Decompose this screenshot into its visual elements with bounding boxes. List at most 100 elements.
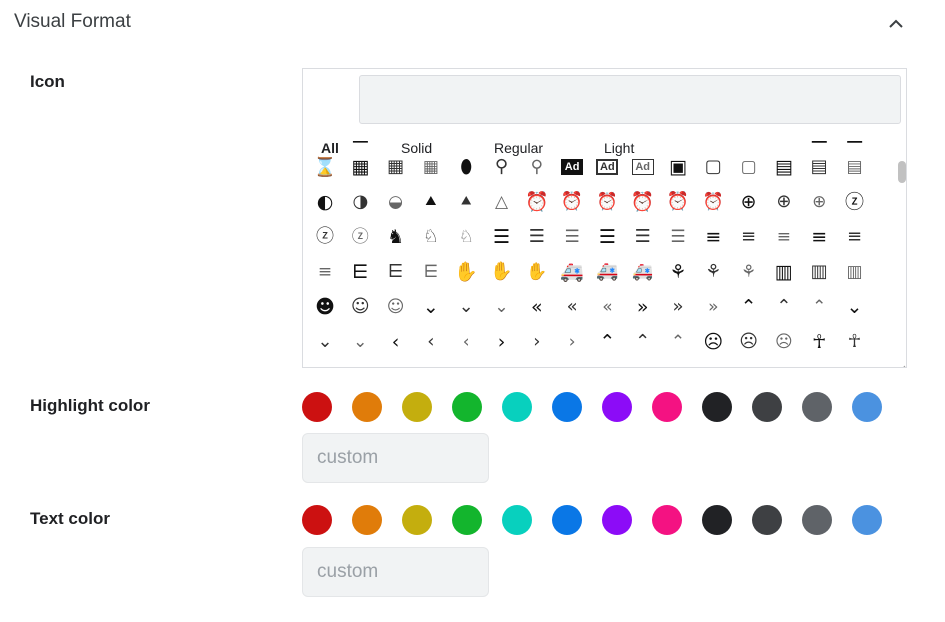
- ad-icon[interactable]: Ad: [631, 159, 654, 175]
- address-card-icon[interactable]: ▤: [804, 152, 834, 182]
- tree-icon[interactable]: △: [487, 187, 517, 217]
- acorn-icon[interactable]: ⬮: [451, 152, 481, 182]
- alarm-exclamation-icon[interactable]: ⏰: [698, 187, 728, 217]
- angel-icon[interactable]: ☻: [310, 292, 340, 322]
- angry-icon[interactable]: ☹: [698, 327, 728, 357]
- allergies-icon[interactable]: ✋: [487, 257, 517, 287]
- analytics-icon[interactable]: ▥: [769, 257, 799, 287]
- angel-icon[interactable]: ☺: [381, 292, 411, 322]
- unicorn-icon[interactable]: ♘: [416, 222, 446, 252]
- address-card-icon[interactable]: ▤: [769, 152, 799, 182]
- highlight-color-swatch-3[interactable]: [402, 392, 432, 422]
- align-justify-icon[interactable]: ☰: [663, 222, 693, 252]
- align-justify-icon[interactable]: ☰: [628, 222, 658, 252]
- angle-double-up-icon[interactable]: ⌃: [769, 292, 799, 322]
- partial-glasses-icon[interactable]: ⚯: [698, 141, 728, 147]
- highlight-color-swatch-10[interactable]: [752, 392, 782, 422]
- ad-icon[interactable]: Ad: [596, 159, 619, 175]
- align-slash-icon[interactable]: ⋿: [381, 257, 411, 287]
- highlight-color-swatch-11[interactable]: [802, 392, 832, 422]
- chevron-up-icon[interactable]: [884, 12, 908, 34]
- text-color-swatch-5[interactable]: [502, 505, 532, 535]
- highlight-color-swatch-9[interactable]: [702, 392, 732, 422]
- analytics-icon[interactable]: ▥: [840, 257, 870, 287]
- ankh-icon[interactable]: ☥: [804, 327, 834, 357]
- ambulance-icon[interactable]: 🚑: [557, 257, 587, 287]
- highlight-custom-input[interactable]: [302, 433, 489, 483]
- adjust-icon[interactable]: ◐: [310, 187, 340, 217]
- angel-icon[interactable]: ☺: [345, 292, 375, 322]
- angle-double-right-icon[interactable]: »: [663, 292, 693, 322]
- angle-down-icon[interactable]: ⌄: [840, 292, 870, 322]
- ambulance-icon[interactable]: 🚑: [628, 257, 658, 287]
- align-right-icon[interactable]: ≡: [310, 257, 340, 287]
- highlight-color-swatch-7[interactable]: [602, 392, 632, 422]
- resize-handle-icon[interactable]: [898, 359, 906, 367]
- american-sign-language-icon[interactable]: ⚘: [698, 257, 728, 287]
- highlight-color-swatch-8[interactable]: [652, 392, 682, 422]
- text-color-swatch-9[interactable]: [702, 505, 732, 535]
- address-book-icon[interactable]: ▢: [698, 152, 728, 182]
- align-left-icon[interactable]: ≡: [769, 222, 799, 252]
- text-color-swatch-7[interactable]: [602, 505, 632, 535]
- angry-icon[interactable]: ☹: [734, 327, 764, 357]
- analytics-icon[interactable]: ▥: [804, 257, 834, 287]
- angle-double-left-icon[interactable]: «: [592, 292, 622, 322]
- text-custom-input[interactable]: [302, 547, 489, 597]
- angle-down-icon[interactable]: ⌄: [345, 327, 375, 357]
- align-slash-icon[interactable]: ⋿: [345, 257, 375, 287]
- tab-all[interactable]: All: [319, 139, 341, 157]
- angle-double-down-icon[interactable]: ⌄: [487, 292, 517, 322]
- angle-left-icon[interactable]: ‹: [381, 327, 411, 357]
- align-justify-icon[interactable]: ☰: [592, 222, 622, 252]
- angle-down-icon[interactable]: ⌄: [310, 327, 340, 357]
- angle-double-left-icon[interactable]: «: [522, 292, 552, 322]
- allergies-icon[interactable]: ✋: [451, 257, 481, 287]
- address-card-icon[interactable]: ▤: [840, 152, 870, 182]
- american-sign-language-icon[interactable]: ⚘: [663, 257, 693, 287]
- angle-right-icon[interactable]: ›: [522, 327, 552, 357]
- align-center-icon[interactable]: ☰: [522, 222, 552, 252]
- alarm-snooze-icon[interactable]: ⓩ: [840, 187, 870, 217]
- angle-up-icon[interactable]: ⌃: [663, 327, 693, 357]
- alarm-clock-icon[interactable]: ⏰: [522, 187, 552, 217]
- partial-glasses-icon[interactable]: ⚯: [769, 141, 799, 147]
- highlight-color-swatch-4[interactable]: [452, 392, 482, 422]
- address-book-icon[interactable]: ▢: [734, 152, 764, 182]
- angle-left-icon[interactable]: ‹: [451, 327, 481, 357]
- angle-double-up-icon[interactable]: ⌃: [804, 292, 834, 322]
- visual-format-header[interactable]: Visual Format: [0, 0, 945, 44]
- scrollbar-thumb[interactable]: [898, 161, 906, 183]
- text-color-swatch-2[interactable]: [352, 505, 382, 535]
- alarm-clock-icon[interactable]: ⏰: [557, 187, 587, 217]
- align-left-icon[interactable]: ≡: [698, 222, 728, 252]
- partial-bar-icon[interactable]: ▔: [663, 141, 693, 147]
- ambulance-icon[interactable]: 🚑: [592, 257, 622, 287]
- align-center-icon[interactable]: ☰: [557, 222, 587, 252]
- text-color-swatch-8[interactable]: [652, 505, 682, 535]
- partial-glasses-icon[interactable]: ⚯: [734, 141, 764, 147]
- partial-target-icon[interactable]: ◌: [451, 141, 481, 147]
- tab-regular[interactable]: Regular: [492, 139, 546, 157]
- text-color-swatch-6[interactable]: [552, 505, 582, 535]
- highlight-color-swatch-5[interactable]: [502, 392, 532, 422]
- text-color-swatch-3[interactable]: [402, 505, 432, 535]
- angle-up-icon[interactable]: ⌃: [592, 327, 622, 357]
- align-right-icon[interactable]: ≡: [804, 222, 834, 252]
- ankh-icon[interactable]: ☥: [840, 327, 870, 357]
- tab-light[interactable]: Light: [602, 139, 637, 157]
- tab-solid[interactable]: Solid: [399, 139, 435, 157]
- alarm-snooze-icon[interactable]: ⓩ: [345, 222, 375, 252]
- alarm-plus-icon[interactable]: ⊕: [769, 187, 799, 217]
- abacus-icon[interactable]: ▦: [345, 152, 375, 182]
- unicorn-icon[interactable]: ♞: [381, 222, 411, 252]
- angle-right-icon[interactable]: ›: [557, 327, 587, 357]
- align-right-icon[interactable]: ≡: [840, 222, 870, 252]
- american-sign-language-icon[interactable]: ⚘: [734, 257, 764, 287]
- allergies-icon[interactable]: ✋: [522, 257, 552, 287]
- tree-icon[interactable]: ⯅: [416, 187, 446, 217]
- highlight-color-swatch-6[interactable]: [552, 392, 582, 422]
- highlight-color-swatch-1[interactable]: [302, 392, 332, 422]
- angle-double-down-icon[interactable]: ⌄: [451, 292, 481, 322]
- angle-right-icon[interactable]: ›: [487, 327, 517, 357]
